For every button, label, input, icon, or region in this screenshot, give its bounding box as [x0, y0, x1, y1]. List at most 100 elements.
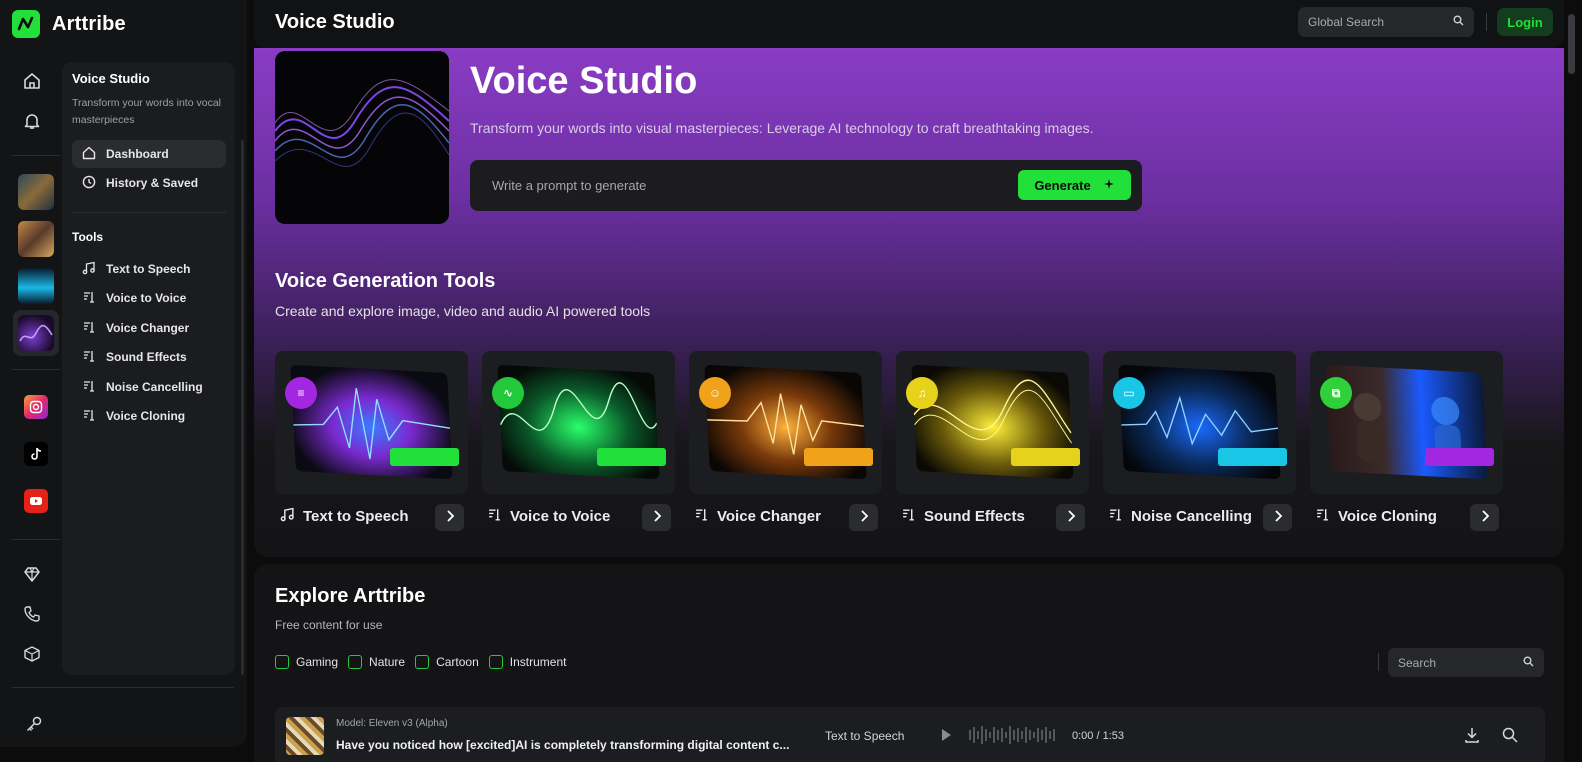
left-rail: Arttribe Voice Studio Transform your wor… — [0, 0, 247, 747]
checkbox[interactable] — [275, 655, 289, 669]
subnav-title: Voice Studio — [72, 71, 150, 86]
tool-card-noise-cancelling[interactable]: ▭ — [1103, 351, 1296, 494]
tools-section-subtitle: Create and explore image, video and audi… — [275, 303, 651, 319]
studio-thumbnail-music[interactable] — [18, 268, 54, 304]
explore-search-input[interactable]: Search — [1388, 648, 1544, 677]
subnav-item-text-to-speech[interactable]: Text to Speech — [72, 255, 226, 283]
search-icon — [1453, 15, 1464, 29]
phone-icon[interactable] — [20, 602, 44, 626]
login-button[interactable]: Login — [1497, 8, 1553, 36]
tiktok-icon[interactable] — [24, 442, 48, 466]
tool-label-sound-effects[interactable]: Sound Effects — [901, 507, 1025, 526]
subnav-item-history[interactable]: History & Saved — [72, 169, 226, 197]
clock-icon — [82, 175, 96, 192]
tool-label-noise-cancelling[interactable]: Noise Cancelling — [1108, 507, 1252, 526]
diamond-icon[interactable] — [20, 562, 44, 586]
download-icon[interactable] — [1463, 726, 1481, 744]
filter-cartoon[interactable]: Cartoon — [415, 655, 479, 669]
youtube-icon[interactable] — [24, 489, 48, 513]
waveform-icon[interactable] — [968, 724, 1058, 746]
sound-effects-open-button[interactable] — [1056, 504, 1085, 531]
subnav-item-label: Dashboard — [106, 147, 169, 161]
audio-list-item[interactable]: Model: Eleven v3 (Alpha) Have you notice… — [275, 707, 1545, 762]
key-icon[interactable] — [22, 712, 46, 736]
tool-label-text: Voice Changer — [717, 508, 821, 525]
subnav-item-dashboard[interactable]: Dashboard — [72, 140, 226, 168]
voice-studio-subnav: Voice Studio Transform your words into v… — [62, 62, 235, 675]
home-icon — [82, 146, 96, 163]
filter-label: Cartoon — [436, 655, 479, 669]
rail-divider — [12, 155, 60, 156]
cube-icon[interactable] — [20, 642, 44, 666]
tool-card-voice-cloning[interactable]: ⧉ — [1310, 351, 1503, 494]
prompt-input[interactable]: Write a prompt to generate Generate — [470, 160, 1142, 211]
hero-subtitle: Transform your words into visual masterp… — [470, 120, 1094, 136]
tool-label-voice-changer[interactable]: Voice Changer — [694, 507, 821, 526]
tool-card-text-to-speech[interactable]: ≡ — [275, 351, 468, 494]
clone-icon: ⧉ — [1320, 377, 1352, 409]
subnav-item-voice-to-voice[interactable]: Voice to Voice — [72, 284, 226, 312]
filter-nature[interactable]: Nature — [348, 655, 405, 669]
bell-icon[interactable] — [20, 109, 44, 133]
tool-label-voice-to-voice[interactable]: Voice to Voice — [487, 507, 610, 526]
track-text: Have you noticed how [excited]AI is comp… — [336, 738, 790, 752]
filter-instrument[interactable]: Instrument — [488, 655, 566, 669]
sparkle-icon — [1103, 178, 1115, 193]
text-icon: ≡ — [285, 377, 317, 409]
tool-card-voice-to-voice[interactable]: ∿ — [482, 351, 675, 494]
voice-icon — [82, 320, 96, 337]
chevron-right-icon — [445, 509, 455, 527]
tool-card-voice-changer[interactable]: ☺ — [689, 351, 882, 494]
subnav-item-voice-cloning[interactable]: Voice Cloning — [72, 402, 226, 430]
checkbox[interactable] — [348, 655, 363, 669]
global-search-placeholder: Global Search — [1308, 15, 1385, 29]
subnav-scrollbar[interactable] — [241, 140, 244, 675]
tool-label-text-to-speech[interactable]: Text to Speech — [280, 507, 409, 526]
subnav-item-label: Noise Cancelling — [106, 380, 203, 394]
waveform-chip — [1011, 448, 1080, 466]
voice-changer-open-button[interactable] — [849, 504, 878, 531]
voice-icon — [901, 507, 916, 526]
subnav-item-label: Text to Speech — [106, 262, 191, 276]
waveform-chip — [1425, 448, 1494, 466]
rail-divider — [12, 369, 60, 370]
studio-thumbnail-image[interactable] — [18, 174, 54, 210]
tool-label-voice-cloning[interactable]: Voice Cloning — [1315, 507, 1437, 526]
page-scrollbar[interactable] — [1568, 14, 1575, 74]
play-icon[interactable] — [942, 729, 951, 741]
brand[interactable]: Arttribe — [12, 10, 126, 38]
instagram-icon[interactable] — [24, 395, 48, 419]
explore-divider — [1378, 653, 1379, 671]
checkbox[interactable] — [488, 655, 503, 669]
chevron-right-icon — [652, 509, 662, 527]
tool-card-sound-effects[interactable]: ♫ — [896, 351, 1089, 494]
chevron-right-icon — [1066, 509, 1076, 527]
tool-label-text: Text to Speech — [303, 508, 409, 525]
filter-label: Nature — [369, 655, 406, 669]
global-search-input[interactable]: Global Search — [1298, 7, 1474, 37]
noise-cancelling-open-button[interactable] — [1263, 504, 1292, 531]
topbar-divider — [1486, 13, 1487, 31]
generate-button[interactable]: Generate — [1018, 170, 1131, 200]
subnav-item-sound-effects[interactable]: Sound Effects — [72, 343, 226, 371]
voice-icon — [694, 507, 709, 526]
track-type: Text to Speech — [825, 729, 905, 743]
voice-cloning-open-button[interactable] — [1470, 504, 1499, 531]
studio-thumbnail-voice[interactable] — [18, 315, 54, 351]
search-icon[interactable] — [1501, 726, 1519, 744]
checkbox[interactable] — [415, 655, 430, 669]
tool-label-text: Voice Cloning — [1338, 508, 1437, 525]
filter-label: Gaming — [296, 655, 339, 669]
tool-label-text: Voice to Voice — [510, 508, 611, 525]
home-icon[interactable] — [20, 69, 44, 93]
text-to-speech-open-button[interactable] — [435, 504, 464, 531]
subnav-item-noise-cancelling[interactable]: Noise Cancelling — [72, 373, 226, 401]
filter-gaming[interactable]: Gaming — [275, 655, 338, 669]
generate-label: Generate — [1034, 177, 1091, 193]
subnav-item-voice-changer[interactable]: Voice Changer — [72, 314, 226, 342]
music-note-icon — [280, 507, 295, 526]
waveform-chip — [804, 448, 873, 466]
studio-thumbnail-video[interactable] — [18, 221, 54, 257]
hero-title: Voice Studio — [470, 60, 698, 102]
voice-to-voice-open-button[interactable] — [642, 504, 671, 531]
